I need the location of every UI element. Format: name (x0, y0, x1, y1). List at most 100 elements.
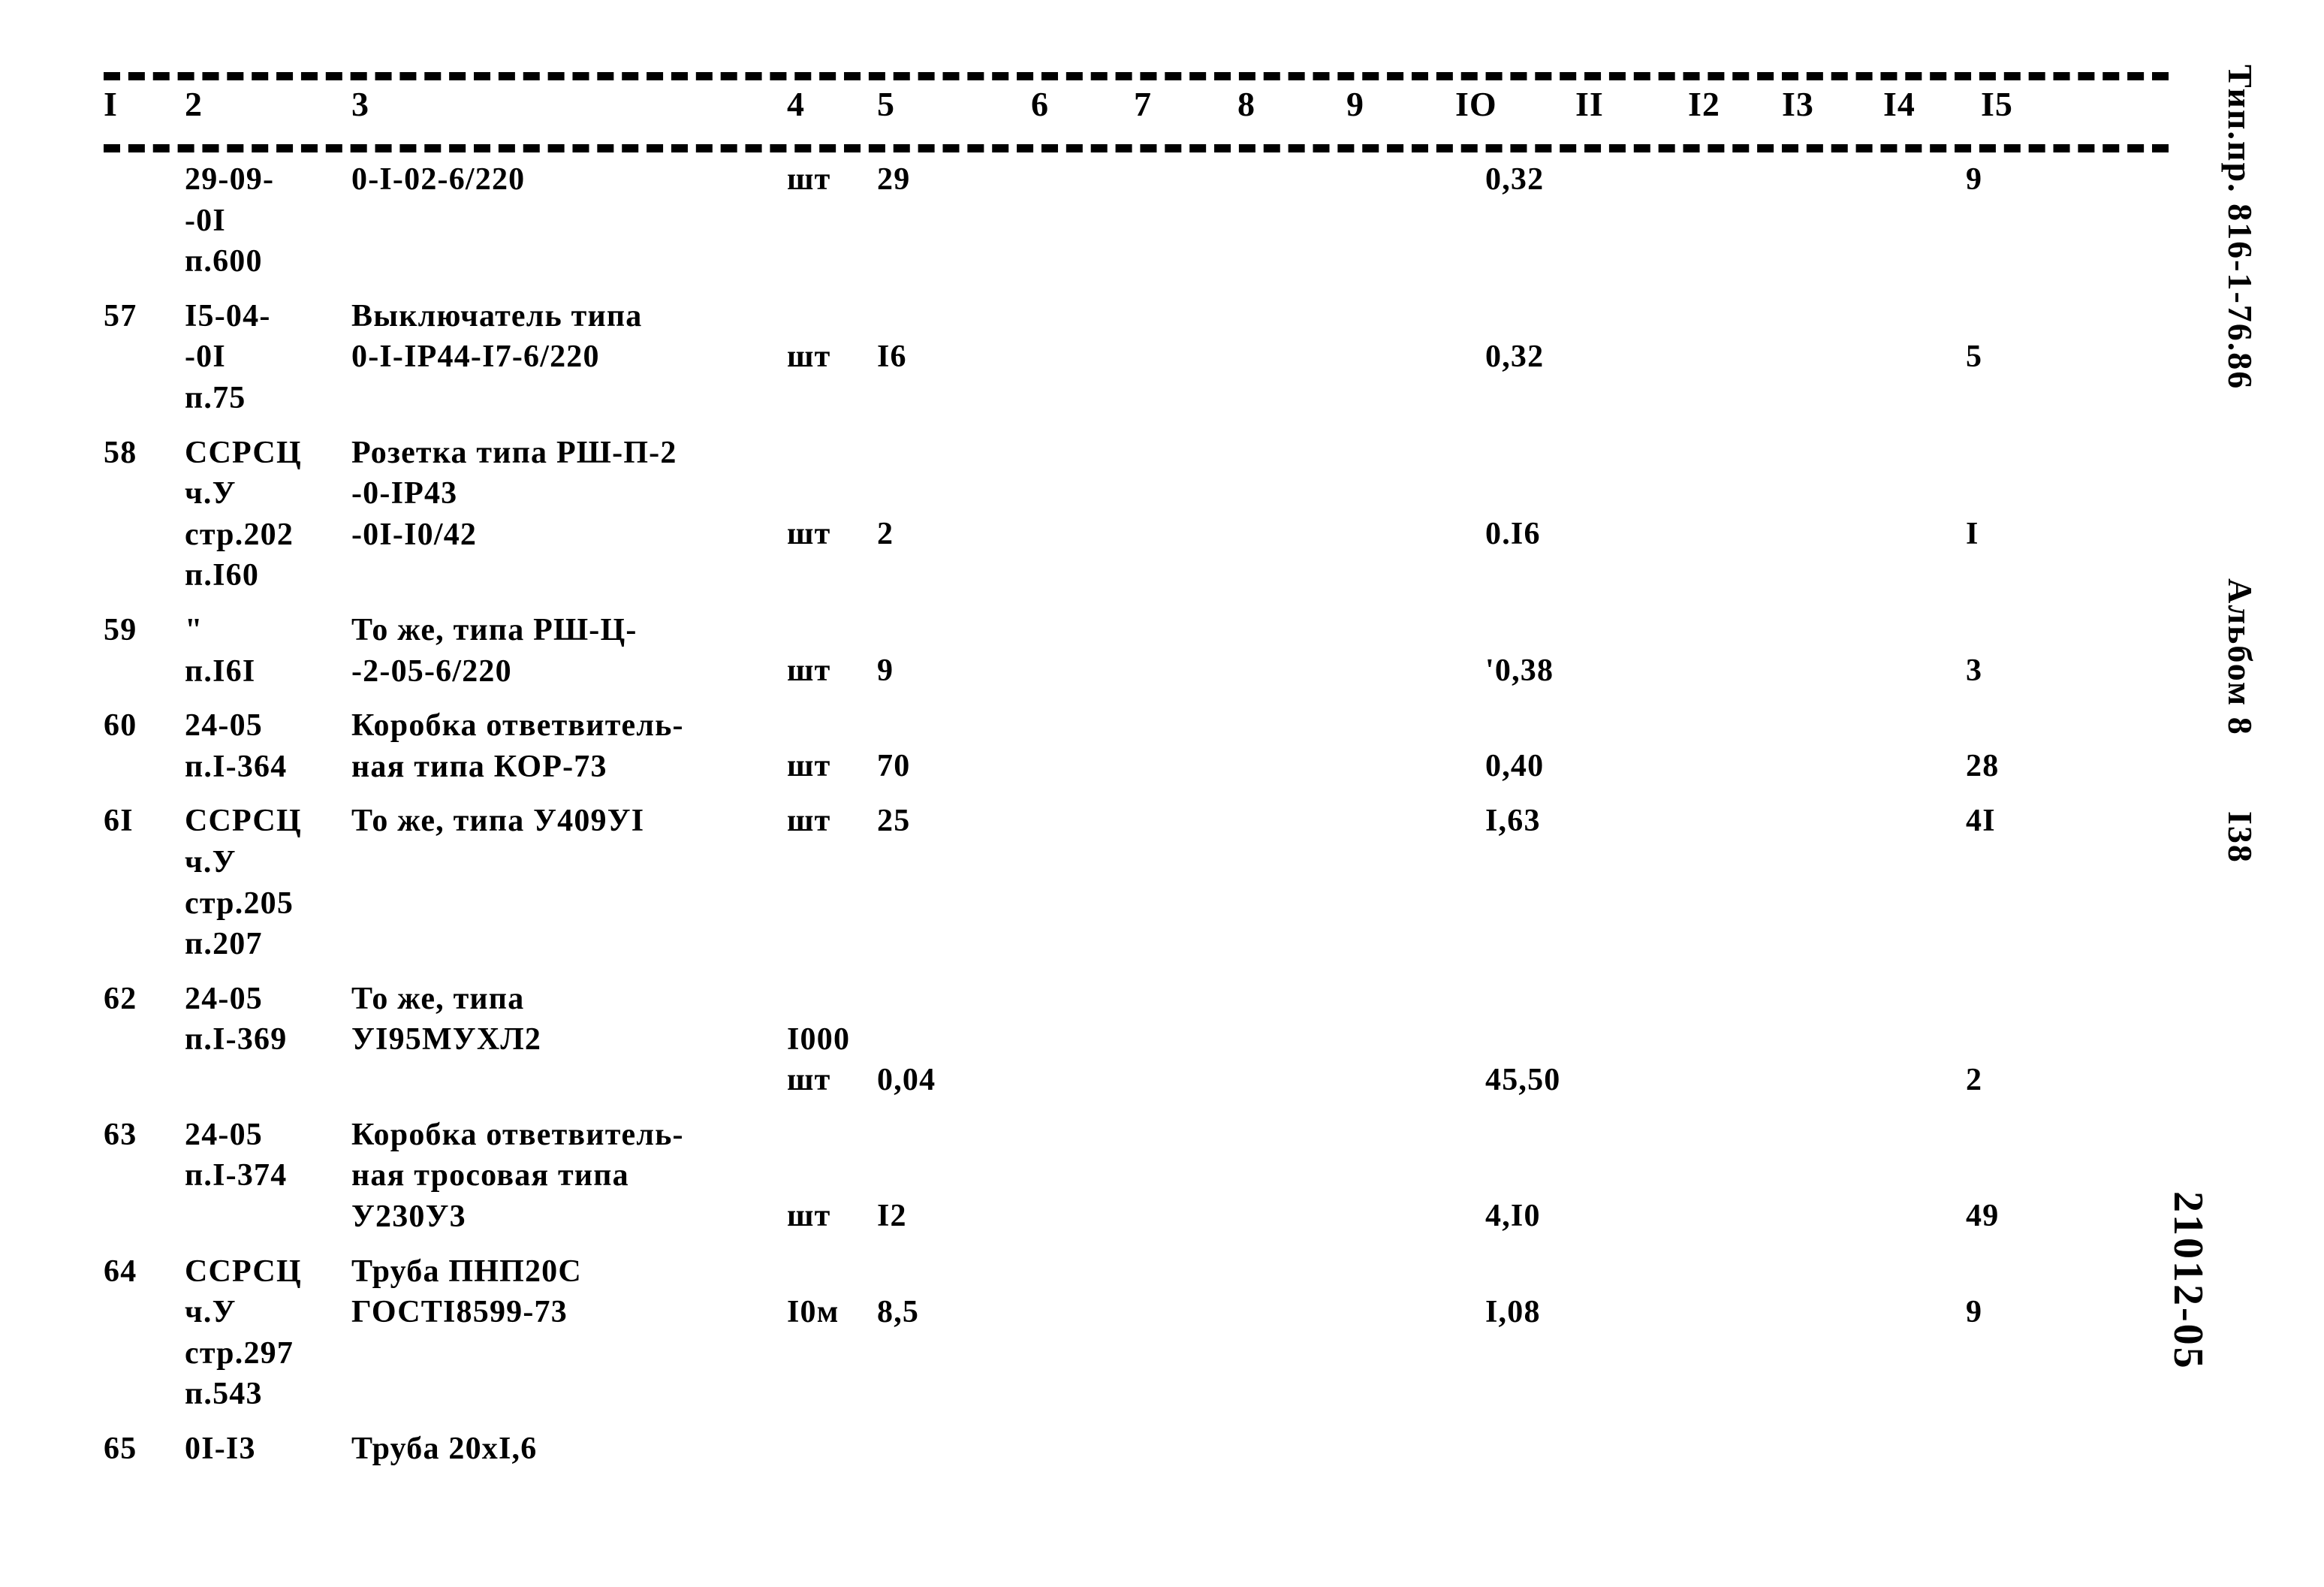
column-header-3: 3 (351, 85, 369, 123)
row-col9-text: 4,I0 (1485, 1198, 1541, 1233)
row-name: Коробка ответвитель- ная тросовая типа У… (351, 1117, 684, 1235)
row-col9: 0,32 (1485, 296, 1786, 433)
row-name: То же, типа РШ-Ц- -2-05-6/220 (351, 612, 638, 689)
row-spacer-2 (1786, 610, 1966, 705)
row-col13: 3 (1966, 610, 2169, 705)
row-col9-text: '0,38 (1485, 653, 1554, 688)
column-header-9: 9 (1346, 85, 1364, 123)
table-row: 60 24-05 п.I-364 Коробка ответвитель- на… (104, 705, 2169, 801)
row-col13: 5 (1966, 296, 2169, 433)
row-position: 6I (104, 804, 134, 839)
row-unit-text: I0м (787, 1294, 839, 1329)
document-page: I 2 3 4 5 6 7 8 9 IO II I2 I3 I4 I5 29-0… (0, 0, 2324, 1587)
table-row: 65 0I-I3 Труба 20xI,6 (104, 1429, 2169, 1483)
row-col9-text: 45,50 (1485, 1062, 1561, 1097)
column-header-4: 4 (787, 85, 805, 123)
header-rule-top (104, 72, 2169, 80)
row-position: 63 (104, 1117, 137, 1152)
row-justification: ССРСЦ ч.У стр.205 п.207 (185, 804, 302, 962)
column-header-2: 2 (185, 85, 203, 123)
row-unit-text: шт (787, 749, 831, 784)
row-unit: I0м (787, 1251, 877, 1429)
row-position: 60 (104, 708, 137, 744)
column-header-6: 6 (1031, 85, 1049, 123)
row-unit-text: шт (787, 339, 831, 374)
row-col9: 0,40 (1485, 705, 1786, 801)
column-header-8: 8 (1237, 85, 1255, 123)
row-spacer-2 (1786, 296, 1966, 433)
column-header-5: 5 (877, 85, 895, 123)
row-name: Розетка типа РШ-П-2 -0-IP43 -0I-I0/42 (351, 435, 677, 552)
row-name: То же, типа УI95МУХЛ2 (351, 981, 542, 1057)
column-header-13: I3 (1782, 85, 1814, 123)
column-header-12: I2 (1688, 85, 1720, 123)
row-unit-text: шт (787, 516, 831, 551)
margin-note-stamp: 21012-05 (2165, 1191, 2211, 1371)
table-row: 29-09- -0I п.600 0-I-02-6/220 шт 29 0,32… (104, 159, 2169, 296)
row-col9: I,08 (1485, 1251, 1786, 1429)
row-col9: 0,32 (1485, 162, 1545, 197)
row-col9-text: 0,40 (1485, 749, 1545, 784)
row-justification: 24-05 п.I-364 (185, 708, 288, 784)
row-col13-text: 5 (1966, 339, 1983, 374)
row-col13 (1966, 1429, 2169, 1483)
row-col9: 0.I6 (1485, 433, 1786, 610)
row-qty-text: 2 (877, 516, 894, 551)
row-spacer (1170, 705, 1485, 801)
row-spacer (1170, 1115, 1485, 1251)
row-qty-text: 9 (877, 653, 894, 688)
row-unit-text: шт (787, 1198, 831, 1233)
table-row: 6I ССРСЦ ч.У стр.205 п.207 То же, типа У… (104, 801, 2169, 978)
row-col9-text: 0,32 (1485, 339, 1545, 374)
row-unit: I000 шт (787, 979, 877, 1115)
table-row: 63 24-05 п.I-374 Коробка ответвитель- на… (104, 1115, 2169, 1251)
row-spacer-2 (1786, 705, 1966, 801)
row-spacer (1170, 1429, 1485, 1483)
table-row: 59 " п.I6I То же, типа РШ-Ц- -2-05-6/220… (104, 610, 2169, 705)
row-unit: шт (787, 296, 877, 433)
margin-note-type-project: Тип.пр. 816-1-76.86 (2221, 65, 2259, 391)
row-position (104, 159, 185, 296)
row-position: 59 (104, 612, 137, 647)
row-justification: 24-05 п.I-374 (185, 1117, 288, 1193)
row-col9 (1485, 1429, 1786, 1483)
row-position: 65 (104, 1432, 137, 1467)
column-header-7: 7 (1134, 85, 1152, 123)
row-spacer-2 (1786, 433, 1966, 610)
row-quantity: 0,04 (877, 979, 1170, 1115)
row-position: 62 (104, 981, 137, 1016)
row-qty-text: I6 (877, 339, 907, 374)
row-quantity: 9 (877, 610, 1170, 705)
column-header-numbers: I 2 3 4 5 6 7 8 9 IO II I2 I3 I4 I5 (104, 84, 2176, 137)
row-name: То же, типа У409УI (351, 804, 645, 839)
row-unit: шт (787, 705, 877, 801)
row-quantity: 2 (877, 433, 1170, 610)
row-col13-text: 3 (1966, 653, 1983, 688)
row-qty-text: 70 (877, 749, 911, 784)
row-name: Коробка ответвитель- ная типа КОР-73 (351, 708, 684, 784)
row-col13: 9 (1966, 1251, 2169, 1429)
row-col9-text: 0.I6 (1485, 516, 1541, 551)
row-col13-text: 28 (1966, 749, 2000, 784)
row-spacer-2 (1786, 801, 1966, 978)
row-col9-text: I,08 (1485, 1294, 1541, 1329)
row-col13: 2 (1966, 979, 2169, 1115)
row-unit: шт (787, 610, 877, 705)
row-unit: шт (787, 162, 831, 197)
row-spacer (1170, 433, 1485, 610)
row-position: 58 (104, 435, 137, 470)
row-position: 64 (104, 1254, 137, 1289)
row-unit: шт (787, 1115, 877, 1251)
row-col13: I (1966, 433, 2169, 610)
row-qty-text: 0,04 (877, 1062, 936, 1097)
row-quantity: I6 (877, 296, 1170, 433)
row-quantity: 8,5 (877, 1251, 1170, 1429)
row-quantity: 25 (877, 804, 911, 839)
row-spacer-2 (1786, 1251, 1966, 1429)
row-col9: I,63 (1485, 804, 1541, 839)
row-spacer (1170, 801, 1485, 978)
row-justification: ССРСЦ ч.У стр.202 п.I60 (185, 435, 302, 593)
row-justification: 24-05 п.I-369 (185, 981, 288, 1057)
column-header-1: I (104, 85, 118, 123)
row-name: Выключатель типа 0-I-IP44-I7-6/220 (351, 298, 643, 375)
